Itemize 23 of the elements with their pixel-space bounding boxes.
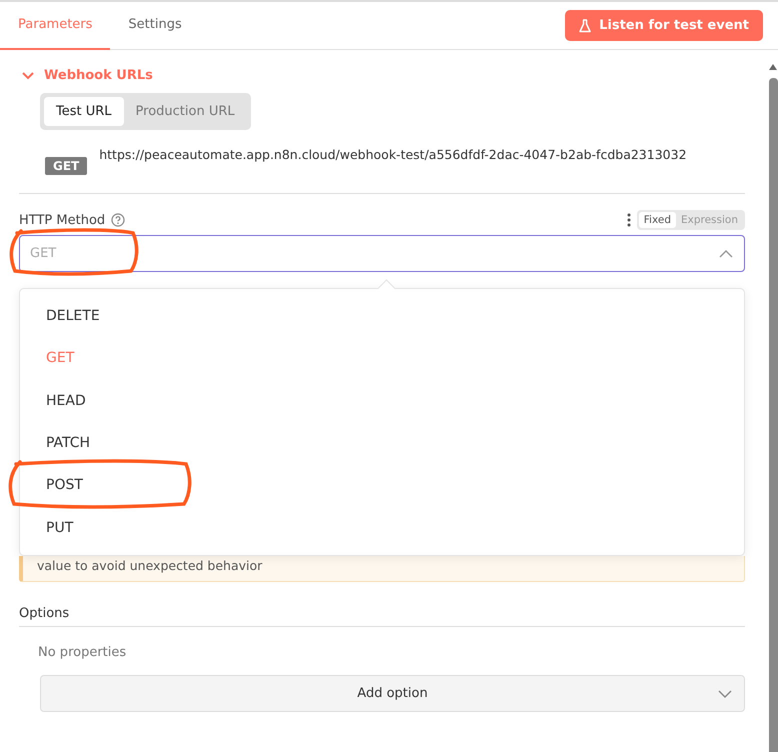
url-tab[interactable]: Test URL — [44, 97, 124, 126]
flask-icon — [579, 18, 592, 32]
chevron-up-icon — [719, 250, 733, 258]
chevron-icon[interactable] — [22, 72, 34, 80]
help-icon[interactable] — [111, 213, 126, 227]
section-title: Options — [19, 606, 745, 627]
chevron-down-icon — [718, 690, 732, 698]
mode-tab[interactable]: Fixed — [638, 212, 676, 228]
webhook-url: https://peaceautomate.app.n8n.cloud/webhook-test/a556dfdf-2dac-4047-b2ab-fcdba2313032 — [99, 146, 688, 164]
field-label: HTTP Method — [19, 212, 106, 228]
empty-text: No properties — [38, 644, 128, 660]
tab[interactable]: Settings — [110, 2, 200, 50]
method-badge: GET — [45, 157, 88, 175]
more-icon[interactable] — [626, 213, 631, 227]
dropdown-option[interactable]: PUT — [20, 506, 744, 549]
section-title: Webhook URLs — [44, 68, 153, 83]
dropdown-option[interactable]: DELETE — [20, 295, 744, 338]
dropdown-option[interactable]: PATCH — [20, 422, 744, 464]
dropdown-option[interactable]: POST — [20, 464, 744, 506]
method-select[interactable]: GET — [19, 235, 745, 272]
dropdown-option[interactable]: HEAD — [20, 380, 744, 422]
add-option-button[interactable]: Add option — [40, 674, 745, 712]
warning-text: value to avoid unexpected behavior — [19, 556, 745, 582]
